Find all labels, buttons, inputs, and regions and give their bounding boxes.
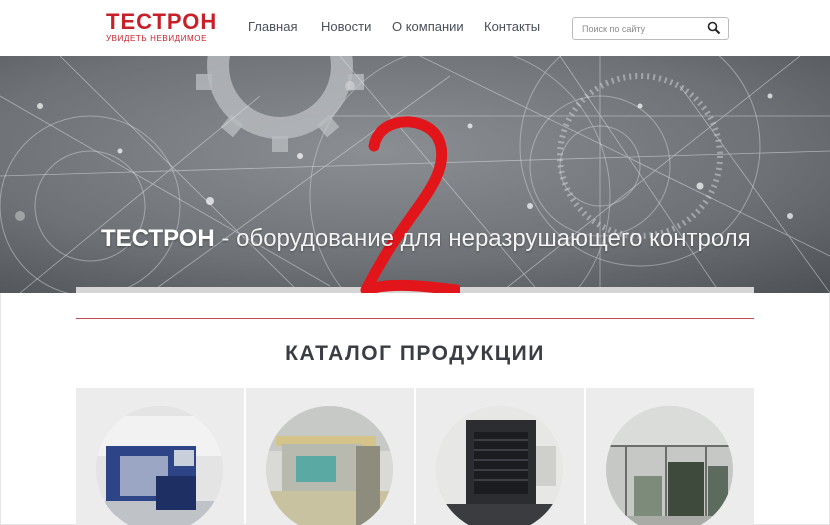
logo-name: ТЕСТРОН (106, 9, 218, 34)
industrial-workshop-image (606, 406, 733, 525)
hero-title-brand: ТЕСТРОН (101, 225, 215, 252)
catalog-card-2[interactable] (246, 388, 414, 525)
inspection-station-image (266, 406, 393, 525)
section-divider (76, 318, 754, 319)
logo-tagline: УВИДЕТЬ НЕВИДИМОЕ (106, 34, 208, 43)
site-header: ТЕСТРОН УВИДЕТЬ НЕВИДИМОЕ Главная Новост… (0, 0, 830, 56)
search-box (572, 17, 729, 40)
nav-item-about[interactable]: О компании (392, 19, 464, 34)
catalog-card-1[interactable] (76, 388, 244, 525)
catalog-title: КАТАЛОГ ПРОДУКЦИИ (285, 342, 545, 365)
xray-cabinet-image (96, 406, 223, 525)
search-input[interactable] (582, 18, 702, 39)
nav-item-contacts[interactable]: Контакты (484, 19, 540, 34)
overlay-digit-two (360, 116, 460, 293)
nav-item-news[interactable]: Новости (321, 19, 371, 34)
catalog-card-3[interactable] (416, 388, 584, 525)
search-icon (707, 21, 721, 34)
search-button[interactable] (705, 20, 723, 38)
nav-item-home[interactable]: Главная (248, 19, 297, 34)
hero-banner: ТЕСТРОН - оборудование для неразрушающег… (0, 56, 830, 293)
logo[interactable]: ТЕСТРОН УВИДЕТЬ НЕВИДИМОЕ (106, 9, 218, 44)
hero-title-text: - оборудование для неразрушающего контро… (214, 225, 751, 252)
catalog-card-4[interactable] (586, 388, 754, 525)
baggage-scanner-image (436, 406, 563, 525)
hero-title: ТЕСТРОН - оборудование для неразрушающег… (101, 225, 751, 253)
